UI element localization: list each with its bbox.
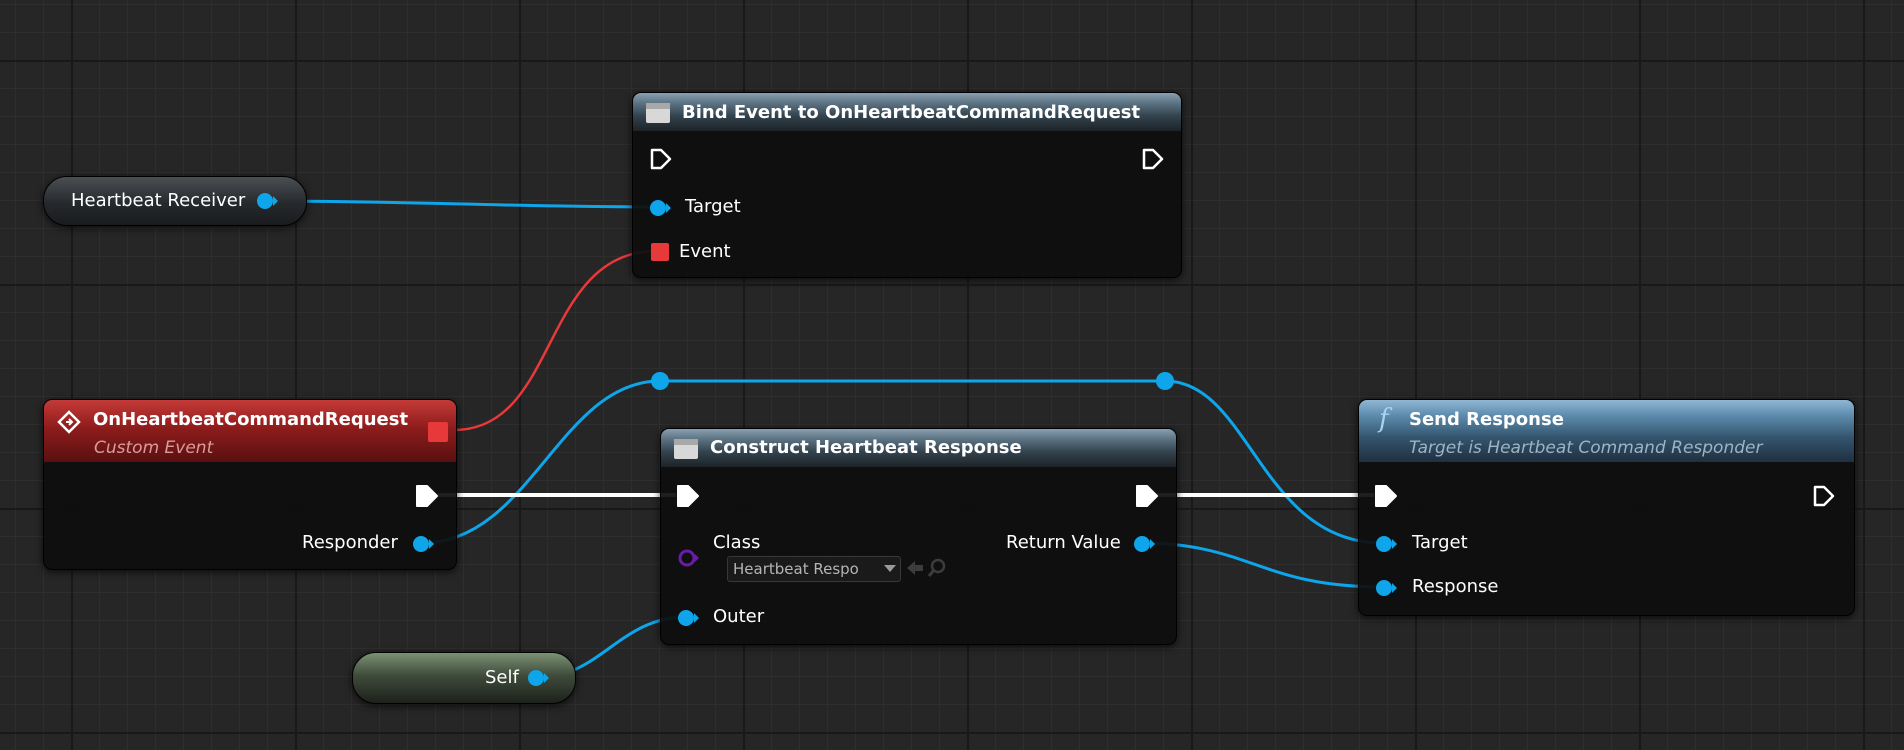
outer-input-pin[interactable]	[677, 608, 699, 628]
send-exec-input-pin[interactable]	[1373, 483, 1399, 509]
heartbeat-receiver-output-pin[interactable]	[256, 191, 278, 211]
construct-exec-output-pin[interactable]	[1134, 483, 1160, 509]
bind-exec-input-pin[interactable]	[649, 147, 673, 171]
function-icon: f	[1379, 404, 1389, 434]
send-response-subtitle: Target is Heartbeat Command Responder	[1409, 438, 1763, 458]
bind-event-title: Bind Event to OnHeartbeatCommandRequest	[682, 102, 1141, 123]
bind-event-delegate-pin[interactable]	[651, 243, 669, 261]
custom-event-node[interactable]: OnHeartbeatCommandRequest Custom Event R…	[43, 399, 457, 570]
construct-title: Construct Heartbeat Response	[710, 437, 1022, 458]
node-function-icon	[674, 439, 698, 459]
send-response-input-pin[interactable]	[1375, 578, 1397, 598]
heartbeat-receiver-label: Heartbeat Receiver	[71, 190, 246, 211]
class-select-value: Heartbeat Respo	[733, 560, 859, 578]
bind-target-label: Target	[685, 196, 741, 217]
chevron-down-icon	[884, 565, 896, 572]
custom-event-subtitle: Custom Event	[94, 438, 214, 458]
node-function-icon	[646, 103, 670, 123]
send-target-input-pin[interactable]	[1375, 534, 1397, 554]
reroute-node-left[interactable]	[651, 372, 669, 390]
heartbeat-receiver-variable-node[interactable]: Heartbeat Receiver	[43, 176, 307, 226]
construct-header: Construct Heartbeat Response	[661, 429, 1176, 467]
class-select-dropdown[interactable]: Heartbeat Respo	[727, 556, 901, 582]
construct-heartbeat-response-node[interactable]: Construct Heartbeat Response Class Heart…	[660, 428, 1177, 645]
bind-event-pin-label: Event	[679, 241, 731, 262]
construct-exec-input-pin[interactable]	[675, 483, 701, 509]
self-variable-node[interactable]: Self	[352, 652, 576, 704]
custom-event-title: OnHeartbeatCommandRequest	[93, 409, 409, 430]
browse-search-icon[interactable]	[927, 558, 947, 578]
class-input-pin[interactable]	[677, 547, 699, 569]
class-pin-label: Class	[713, 532, 761, 553]
custom-event-delegate-pin[interactable]	[428, 422, 448, 442]
outer-pin-label: Outer	[713, 606, 765, 627]
responder-output-pin[interactable]	[412, 534, 434, 554]
use-selected-asset-arrow-icon[interactable]	[905, 559, 925, 577]
self-output-pin[interactable]	[527, 668, 549, 688]
custom-event-exec-output-pin[interactable]	[414, 483, 440, 509]
bind-event-node[interactable]: Bind Event to OnHeartbeatCommandRequest …	[632, 92, 1182, 278]
send-exec-output-pin[interactable]	[1812, 484, 1836, 508]
custom-event-header: OnHeartbeatCommandRequest Custom Event	[44, 400, 456, 462]
wire-delegate-to-event[interactable]	[453, 249, 659, 432]
responder-label: Responder	[302, 532, 398, 553]
bind-exec-output-pin[interactable]	[1141, 147, 1165, 171]
send-response-title: Send Response	[1409, 409, 1564, 430]
wire-heartbeat-receiver-to-target[interactable]	[269, 199, 659, 209]
send-response-node[interactable]: f Send Response Target is Heartbeat Comm…	[1358, 399, 1855, 616]
bind-event-header: Bind Event to OnHeartbeatCommandRequest	[633, 93, 1181, 131]
bind-target-pin[interactable]	[649, 198, 671, 218]
return-value-output-pin[interactable]	[1133, 534, 1155, 554]
reroute-node-right[interactable]	[1156, 372, 1174, 390]
self-label: Self	[485, 667, 519, 688]
return-value-label: Return Value	[1006, 532, 1121, 553]
send-target-label: Target	[1412, 532, 1468, 553]
custom-event-icon	[57, 410, 81, 434]
send-response-header: f Send Response Target is Heartbeat Comm…	[1359, 400, 1854, 462]
send-response-pin-label: Response	[1412, 576, 1499, 597]
